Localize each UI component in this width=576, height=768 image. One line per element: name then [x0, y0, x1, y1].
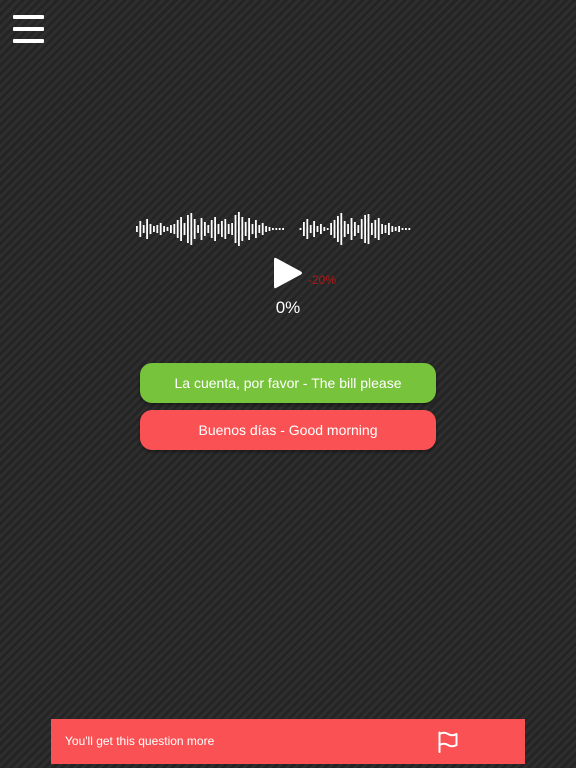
- waveform-bar: [313, 221, 315, 237]
- waveform-bar: [156, 225, 159, 233]
- menu-bar: [13, 27, 44, 31]
- waveform-bar: [330, 223, 332, 235]
- waveform-bar: [170, 225, 172, 233]
- waveform-bar: [350, 218, 353, 240]
- waveform-bar: [207, 225, 210, 233]
- waveform-bar: [139, 221, 142, 237]
- waveform-bar: [384, 225, 387, 233]
- waveform-bar: [251, 224, 254, 234]
- waveform-bar: [394, 227, 397, 231]
- waveform-bar: [176, 220, 179, 238]
- waveform-bar: [231, 223, 233, 235]
- waveform-bar: [142, 225, 145, 233]
- waveform-bar: [210, 220, 213, 238]
- waveform-bar: [354, 222, 356, 236]
- waveform-bar: [224, 219, 227, 239]
- waveform-bar: [401, 228, 404, 230]
- waveform-bar: [193, 219, 196, 239]
- banner-text: You'll get this question more: [65, 734, 215, 748]
- waveform-bar: [381, 224, 383, 234]
- waveform-bar: [153, 226, 155, 232]
- waveform-bar: [391, 226, 394, 232]
- menu-bar: [13, 39, 44, 43]
- waveform-bar: [159, 223, 162, 235]
- waveform-bar: [272, 228, 274, 230]
- waveform-bar: [306, 219, 309, 239]
- waveform-bar: [333, 220, 336, 238]
- waveform-bar: [367, 214, 370, 244]
- waveform-bar: [238, 212, 240, 246]
- answer-correct-button[interactable]: La cuenta, por favor - The bill please: [140, 363, 436, 403]
- waveform-bar: [190, 213, 193, 245]
- waveform-bar: [227, 224, 230, 234]
- waveform-bar: [200, 218, 203, 240]
- waveform-bar: [204, 222, 206, 236]
- waveform-bar: [265, 226, 267, 232]
- waveform-bar: [166, 227, 169, 231]
- waveform-bar: [316, 226, 319, 232]
- waveform-bar: [343, 221, 346, 237]
- waveform-bar: [303, 222, 305, 236]
- waveform-bar: [234, 215, 237, 243]
- waveform-bar: [261, 223, 264, 235]
- waveform-bar: [244, 222, 247, 236]
- waveform-bar: [258, 225, 261, 233]
- waveform-bar: [221, 221, 223, 237]
- waveform-bar: [408, 228, 411, 230]
- waveform-bar: [337, 216, 339, 242]
- waveform-bar: [357, 225, 360, 233]
- waveform-bar: [180, 217, 182, 241]
- waveform-bar: [282, 228, 284, 230]
- audio-waveform[interactable]: [134, 208, 446, 250]
- speed-label[interactable]: -20%: [308, 273, 336, 287]
- waveform-bar: [398, 226, 400, 232]
- waveform-bar: [149, 224, 152, 234]
- waveform-bar: [146, 219, 148, 239]
- waveform-bar: [217, 224, 220, 234]
- menu-bar: [13, 15, 44, 19]
- hamburger-menu-icon[interactable]: [13, 15, 44, 43]
- waveform-bar: [173, 224, 176, 234]
- waveform-bar: [374, 220, 377, 238]
- waveform-bar: [248, 218, 250, 240]
- waveform-bar: [360, 219, 363, 239]
- waveform-bar: [388, 223, 390, 235]
- progress-label: 0%: [275, 298, 301, 317]
- waveform-bar: [371, 223, 373, 235]
- waveform-bar: [364, 215, 366, 243]
- waveform-bar: [326, 228, 329, 230]
- answer-wrong-button[interactable]: Buenos días - Good morning: [140, 410, 436, 450]
- waveform-bar: [275, 228, 278, 230]
- play-icon[interactable]: [272, 255, 304, 291]
- waveform-bar: [323, 227, 326, 231]
- waveform-bar: [136, 226, 138, 232]
- waveform-bar: [347, 224, 349, 234]
- flag-icon[interactable]: [436, 730, 460, 754]
- waveform-bar: [377, 218, 380, 240]
- waveform-bar: [241, 217, 244, 241]
- waveform-bar: [320, 224, 322, 234]
- waveform-bar: [255, 220, 257, 238]
- waveform-bar: [163, 226, 165, 232]
- waveform-bar: [278, 228, 281, 230]
- waveform-bar: [299, 228, 302, 230]
- waveform-bar: [214, 217, 216, 241]
- waveform-bar: [309, 225, 312, 233]
- waveform-bar: [197, 225, 199, 233]
- waveform-bar: [268, 227, 271, 231]
- waveform-bar: [183, 223, 186, 235]
- waveform-bar: [187, 215, 189, 243]
- feedback-banner: You'll get this question more: [51, 719, 525, 764]
- waveform-bar: [340, 213, 343, 245]
- waveform-bar: [405, 228, 407, 230]
